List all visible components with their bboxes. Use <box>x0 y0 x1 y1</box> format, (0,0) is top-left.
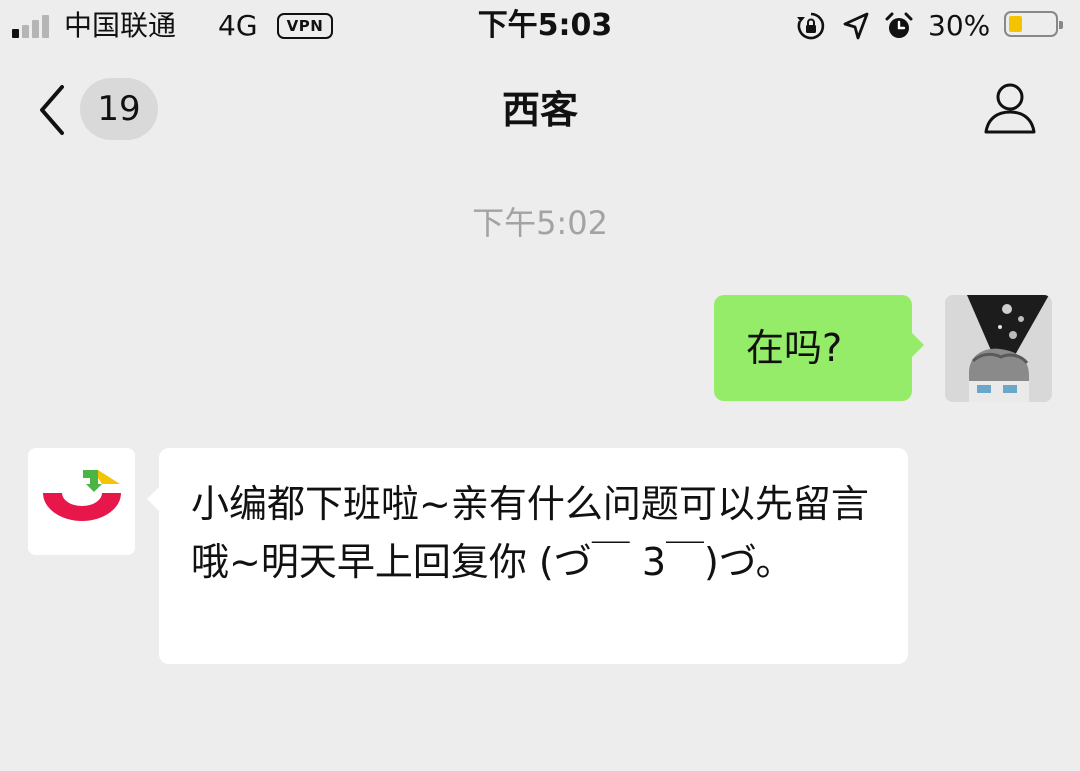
status-icons <box>796 11 916 41</box>
message-timestamp: 下午5:02 <box>472 204 608 242</box>
person-outline-icon[interactable] <box>982 80 1038 136</box>
sent-message-bubble[interactable]: 在吗? <box>714 295 924 401</box>
battery-icon <box>1004 11 1063 37</box>
battery-fill <box>1009 16 1022 32</box>
battery-percent: 30% <box>928 9 991 42</box>
shop-avatar[interactable] <box>28 448 135 555</box>
status-bar: 中国联通 4G VPN 下午5:03 30% <box>0 0 1080 52</box>
user-avatar[interactable] <box>945 295 1052 402</box>
user-avatar-illustration <box>945 295 1052 402</box>
shop-logo <box>28 448 135 555</box>
status-time: 下午5:03 <box>477 8 613 43</box>
sent-message-text: 在吗? <box>746 326 843 370</box>
chat-header: 19 西客 <box>0 60 1080 160</box>
location-arrow-icon <box>843 12 869 40</box>
received-message-text: 小编都下班啦~亲有什么问题可以先留言哦~明天早上回复你 (づ￣ 3￣)づ。 <box>191 482 869 584</box>
alarm-icon <box>885 12 913 38</box>
received-message-bubble[interactable]: 小编都下班啦~亲有什么问题可以先留言哦~明天早上回复你 (づ￣ 3￣)づ。 <box>147 448 908 664</box>
chat-title: 西客 <box>501 88 578 132</box>
rotation-lock-icon <box>797 12 825 40</box>
